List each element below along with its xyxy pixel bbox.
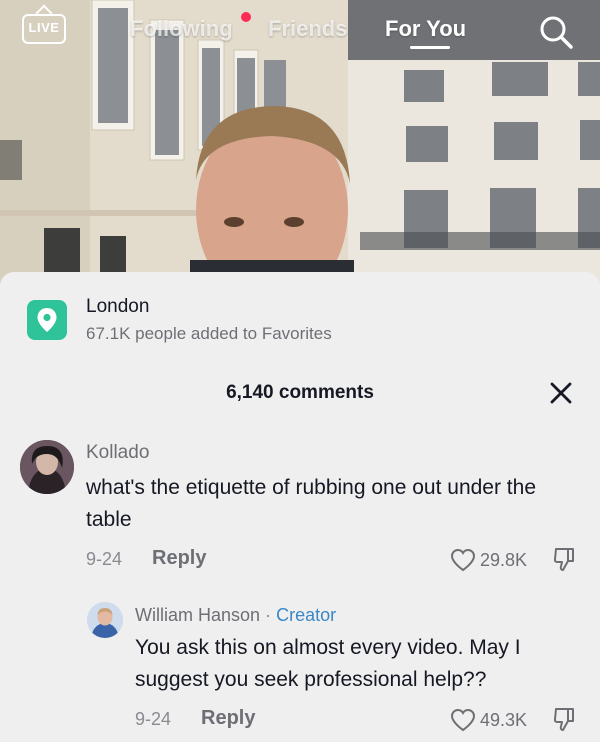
tab-for-you[interactable]: For You — [385, 16, 466, 42]
notification-dot — [241, 12, 251, 22]
heart-icon — [450, 708, 476, 732]
comment-text: what's the etiquette of rubbing one out … — [86, 476, 537, 531]
reply-date: 9-24 — [135, 709, 172, 729]
avatar[interactable] — [20, 440, 74, 494]
heart-icon — [450, 548, 476, 572]
reply-item: William Hanson · Creator You ask this on… — [0, 598, 600, 742]
active-tab-indicator — [410, 46, 450, 49]
username-separator: · — [265, 605, 272, 625]
dislike-icon[interactable] — [552, 706, 576, 732]
comments-count: 6,140 comments — [226, 382, 374, 403]
like-count: 29.8K — [480, 549, 528, 570]
location-pin-icon — [27, 300, 67, 340]
like-count: 49.3K — [480, 709, 528, 730]
close-icon[interactable] — [548, 380, 574, 406]
like-button[interactable]: 49.3K — [450, 706, 527, 734]
video-player[interactable]: LIVE Following Friends For You — [0, 0, 600, 290]
location-favorites-count: 67.1K people added to Favorites — [86, 324, 332, 343]
creator-badge: Creator — [276, 605, 337, 625]
live-label: LIVE — [28, 20, 60, 35]
live-button[interactable]: LIVE — [22, 14, 66, 44]
comment-date: 9-24 — [86, 549, 123, 569]
location-name: London — [86, 296, 150, 317]
reply-username[interactable]: William Hanson — [135, 605, 260, 625]
avatar[interactable] — [87, 602, 123, 638]
reply-text: You ask this on almost every video. May … — [135, 636, 521, 691]
like-button[interactable]: 29.8K — [450, 546, 527, 574]
top-navigation: LIVE Following Friends For You — [0, 0, 600, 64]
dislike-icon[interactable] — [552, 546, 576, 572]
reply-username-line: William Hanson · Creator — [135, 605, 336, 626]
location-banner[interactable]: London 67.1K people added to Favorites — [0, 272, 600, 362]
reply-button[interactable]: Reply — [152, 547, 206, 570]
comments-sheet: London 67.1K people added to Favorites 6… — [0, 272, 600, 742]
search-icon[interactable] — [538, 14, 574, 50]
comment-username[interactable]: Kollado — [86, 442, 149, 464]
comments-header: 6,140 comments — [0, 376, 600, 410]
tab-friends[interactable]: Friends — [268, 16, 347, 42]
comment-item: Kollado what's the etiquette of rubbing … — [0, 434, 600, 579]
tab-following[interactable]: Following — [130, 16, 233, 42]
reply-button[interactable]: Reply — [201, 707, 255, 730]
